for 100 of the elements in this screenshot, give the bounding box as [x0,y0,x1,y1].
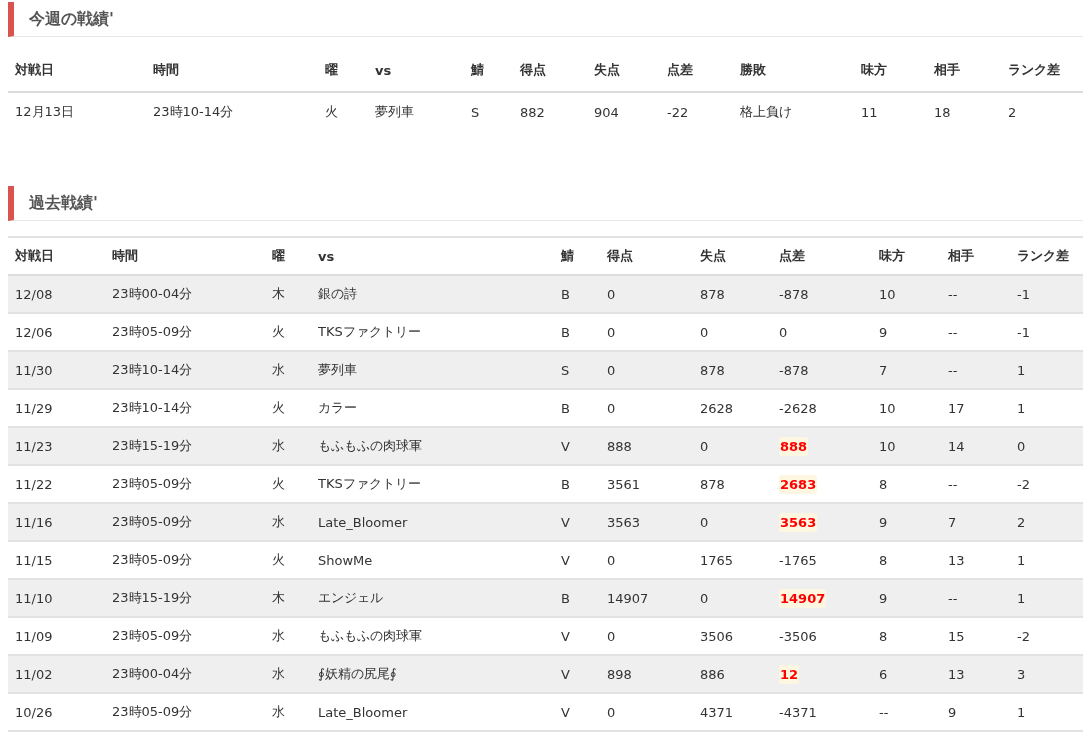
table-cell: 火 [272,476,285,491]
table-cell: 9 [948,704,957,720]
table-cell: 2628 [700,400,734,416]
table-cell: -1 [1017,286,1030,302]
table-cell: 木 [272,590,285,605]
table-cell: 0 [607,704,616,720]
table-cell: 8 [879,628,888,644]
table-cell: 882 [513,92,587,131]
table-cell: 水 [272,438,285,453]
table-cell: V [561,552,570,568]
column-header: 対戦日 [8,49,146,92]
highlighted-cell: 14907 [779,588,827,608]
table-cell: 2 [1001,92,1083,131]
table-cell: 11/16 [15,514,53,530]
table-cell: 23時15-19分 [112,438,193,453]
table-cell: 11/10 [15,590,53,606]
table-cell: B [561,590,570,606]
table-cell: エンジェル [318,590,383,605]
section-heading: 過去戦績' [8,186,1083,221]
table-cell: 8 [879,476,888,492]
table-cell: 0 [700,590,709,606]
table-cell: 1 [1017,400,1026,416]
table-cell: 火 [318,92,368,131]
table-cell: もふもふの肉球軍 [318,438,422,453]
table-cell: 15 [948,628,965,644]
column-header: 勝敗 [733,49,854,92]
table-cell: -3506 [779,628,817,644]
table-cell: 0 [700,438,709,454]
table-cell: 火 [272,324,285,339]
table-cell: 水 [272,628,285,643]
table-cell: 14907 [607,590,649,606]
table-cell: 23時05-09分 [112,628,193,643]
table-cell: -1 [1017,324,1030,340]
table-cell: 夢列車 [318,362,357,377]
table-cell: S [561,362,570,378]
table-cell: 23時05-09分 [112,704,193,719]
table-cell: -- [948,362,958,378]
table-cell: 1765 [700,552,734,568]
table-cell: 18 [927,92,1001,131]
table-cell: 0 [607,286,616,302]
table-cell: 0 [607,552,616,568]
column-header: 失点 [587,49,660,92]
table-cell: 0 [607,362,616,378]
table-cell: 12月13日 [8,92,146,131]
table-cell: 0 [607,628,616,644]
table-cell: 火 [272,552,285,567]
table-cell: -878 [779,362,809,378]
table-cell: 13 [948,552,965,568]
table-cell: 11/02 [15,666,53,682]
table-cell: ShowMe [318,552,373,568]
table-cell: 7 [879,362,888,378]
table-cell: 23時10-14分 [112,362,193,377]
table-cell: 23時05-09分 [112,476,193,491]
table-cell: 11/15 [15,552,53,568]
highlighted-cell: 2683 [779,474,818,494]
table-cell: カラー [318,400,357,415]
table-cell: V [561,438,570,454]
table-cell: 夢列車 [368,92,464,131]
table-cell: 2 [1017,514,1026,530]
table-cell: B [561,286,570,302]
table-cell: 格上負け [733,92,854,131]
table-cell: 23時00-04分 [112,286,193,301]
table-cell: Late_Bloomer [318,704,408,720]
table-cell: 878 [700,286,725,302]
table-cell: 水 [272,362,285,377]
table-cell: V [561,704,570,720]
column-header: 時間 [146,49,318,92]
table-cell: Late_Bloomer [318,514,408,530]
table-cell: 0 [779,324,788,340]
table-cell: 878 [700,362,725,378]
table-cell: 水 [272,514,285,529]
table-cell: 0 [700,324,709,340]
table-cell: 1 [1017,362,1026,378]
table-cell: 水 [272,704,285,719]
table-cell: 23時05-09分 [112,552,193,567]
table-cell: 7 [948,514,957,530]
table-cell: 11/29 [15,400,53,416]
table-cell: 12/06 [15,324,53,340]
column-header: ランク差 [1001,49,1083,92]
table-cell: 銀の詩 [318,286,357,301]
table-cell: 23時15-19分 [112,590,193,605]
column-header: 得点 [513,49,587,92]
table-cell: -- [879,704,889,720]
table-cell: 0 [1017,438,1026,454]
column-header: 味方 [854,49,927,92]
table-cell: 9 [879,324,888,340]
table-cell: 12/08 [15,286,53,302]
table-cell: V [561,666,570,682]
table-cell: B [561,400,570,416]
table-cell: 1 [1017,590,1026,606]
table-cell: 10/26 [15,704,53,720]
table-cell: -2 [1017,628,1030,644]
table-cell: V [561,628,570,644]
table-cell: 0 [607,324,616,340]
table-cell: 23時00-04分 [112,666,193,681]
table-cell: 8 [879,552,888,568]
table-cell: 23時10-14分 [112,400,193,415]
table-cell: -2 [1017,476,1030,492]
table-cell: 3506 [700,628,734,644]
table-cell: 904 [587,92,660,131]
